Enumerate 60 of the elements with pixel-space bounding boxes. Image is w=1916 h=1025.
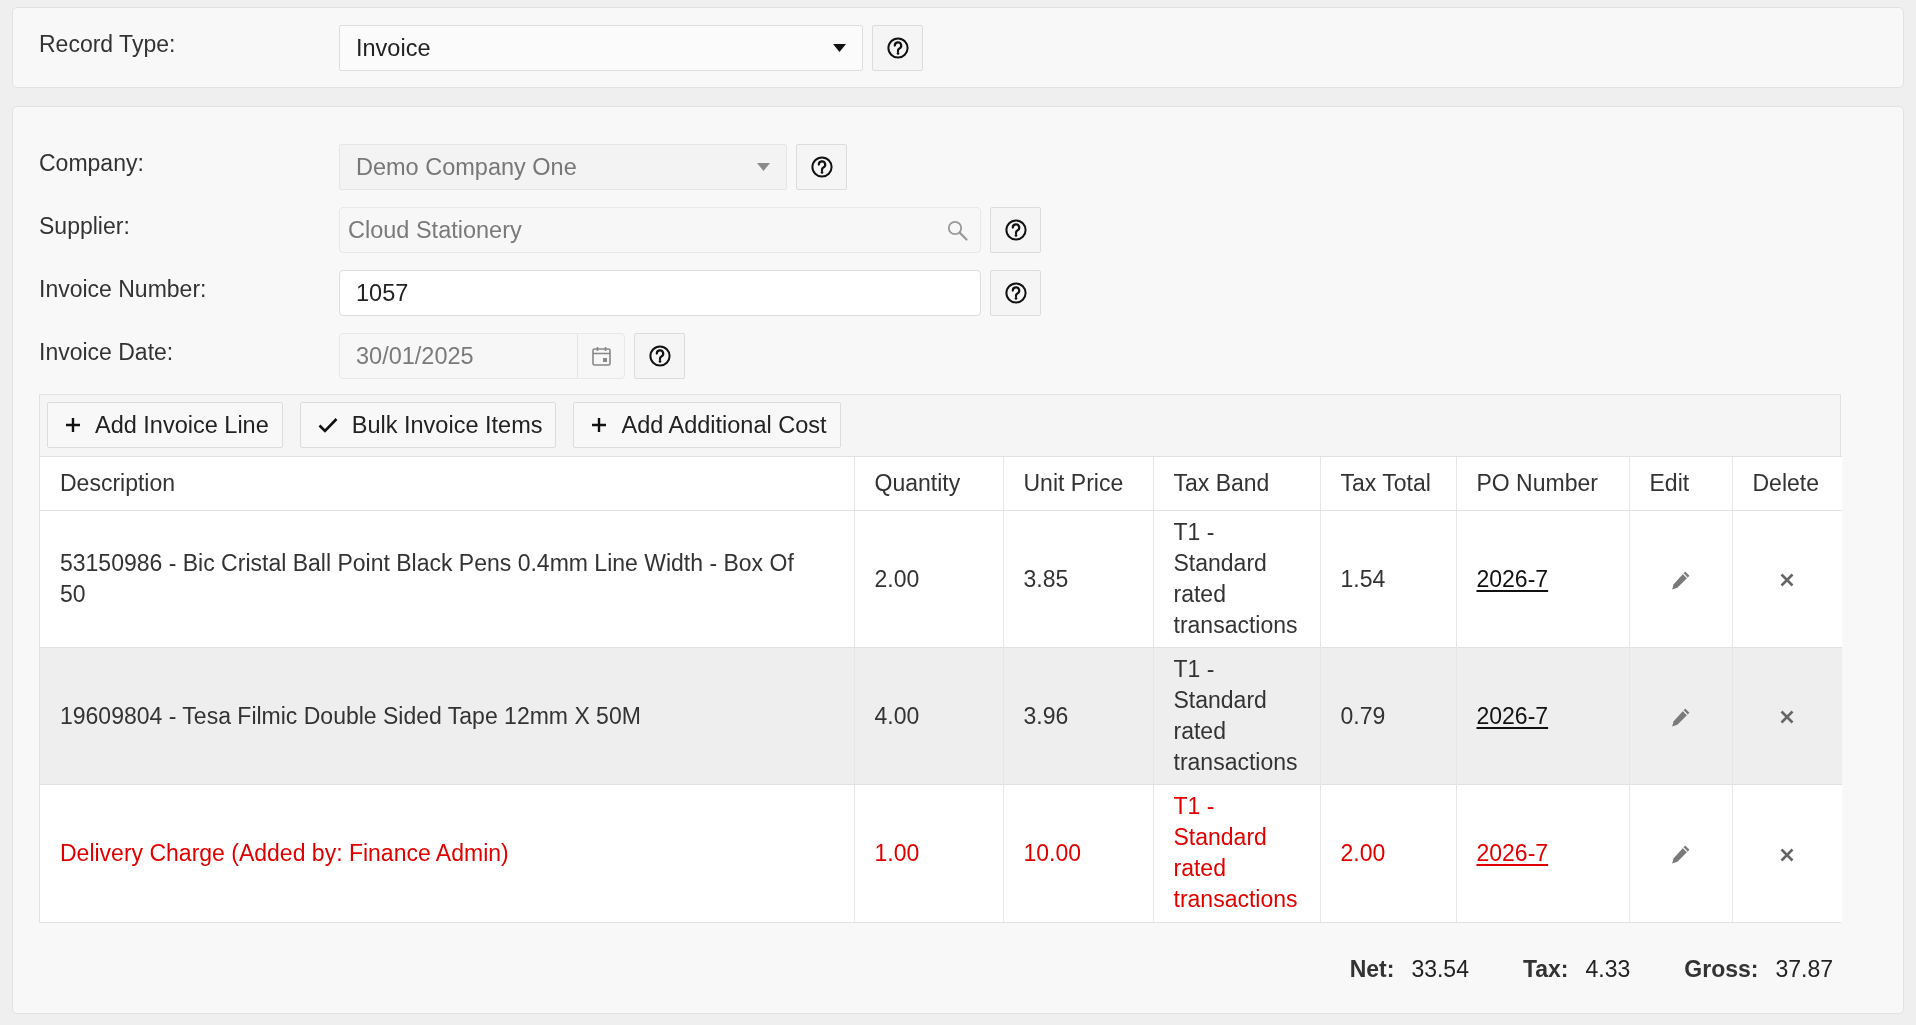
caret-icon <box>757 163 770 171</box>
table-cell: T1 - Standard rated transactions <box>1153 647 1320 785</box>
table-cell: T1 - Standard rated transactions <box>1153 784 1320 922</box>
table-cell: 0.79 <box>1320 647 1456 785</box>
table-cell: 10.00 <box>1003 784 1153 922</box>
column-header: Unit Price <box>1003 456 1153 511</box>
help-icon <box>648 345 671 367</box>
help-icon <box>1004 219 1027 241</box>
total-label: Net: <box>1349 955 1395 983</box>
total-value: 37.87 <box>1775 955 1833 983</box>
help-icon <box>886 37 909 59</box>
po-number-link[interactable]: 2026-7 <box>1476 839 1549 866</box>
field-label: Invoice Number: <box>39 275 208 303</box>
po-number-link[interactable]: 2026-7 <box>1476 702 1549 729</box>
help-icon <box>810 156 833 178</box>
pencil-icon[interactable] <box>1670 706 1691 728</box>
column-header: Tax Band <box>1153 456 1320 511</box>
help-button[interactable] <box>990 270 1041 316</box>
calendar-icon <box>591 346 611 366</box>
field-label: Supplier: <box>39 212 131 240</box>
toolbar-button[interactable]: Add Additional Cost <box>573 402 841 448</box>
field-label: Company: <box>39 149 145 177</box>
close-icon[interactable] <box>1780 573 1795 588</box>
column-header: Quantity <box>854 456 1003 511</box>
table-cell: 19609804 - Tesa Filmic Double Sided Tape 12mm X 50M <box>40 647 854 785</box>
column-header: Edit <box>1629 456 1732 511</box>
plus-icon <box>65 417 81 433</box>
po-number-link[interactable]: 2026-7 <box>1476 565 1549 592</box>
help-button[interactable] <box>796 144 847 190</box>
check-icon <box>317 417 338 433</box>
plus-icon <box>591 417 608 433</box>
table-cell: Delivery Charge (Added by: Finance Admin) <box>40 784 854 922</box>
field-label: Record Type: <box>39 30 177 58</box>
help-button[interactable] <box>634 333 685 379</box>
record-type-select[interactable]: Invoice <box>339 25 863 71</box>
table-cell: 3.96 <box>1003 647 1153 785</box>
toolbar-button[interactable]: Add Invoice Line <box>47 402 283 448</box>
search-icon <box>947 219 968 241</box>
help-button[interactable] <box>872 25 923 71</box>
close-icon[interactable] <box>1780 710 1795 725</box>
help-icon <box>1004 282 1027 304</box>
table-cell: 4.00 <box>854 647 1003 785</box>
column-header: PO Number <box>1456 456 1629 511</box>
total-value: 33.54 <box>1411 955 1469 983</box>
help-button[interactable] <box>990 207 1041 253</box>
text-field[interactable]: 1057 <box>339 270 981 316</box>
column-header: Description <box>40 456 854 511</box>
pencil-icon[interactable] <box>1670 569 1691 591</box>
total-label: Tax: <box>1522 955 1569 983</box>
caret-icon <box>833 44 846 52</box>
table-cell: 1.00 <box>854 784 1003 922</box>
total-value: 4.33 <box>1585 955 1631 983</box>
toolbar-button[interactable]: Bulk Invoice Items <box>299 402 557 448</box>
column-header: Delete <box>1732 456 1842 511</box>
field-label: Invoice Date: <box>39 338 175 366</box>
pencil-icon[interactable] <box>1670 844 1691 866</box>
column-header: Tax Total <box>1320 456 1456 511</box>
table-cell: 2.00 <box>1320 784 1456 922</box>
close-icon[interactable] <box>1780 847 1795 862</box>
total-label: Gross: <box>1684 955 1759 983</box>
